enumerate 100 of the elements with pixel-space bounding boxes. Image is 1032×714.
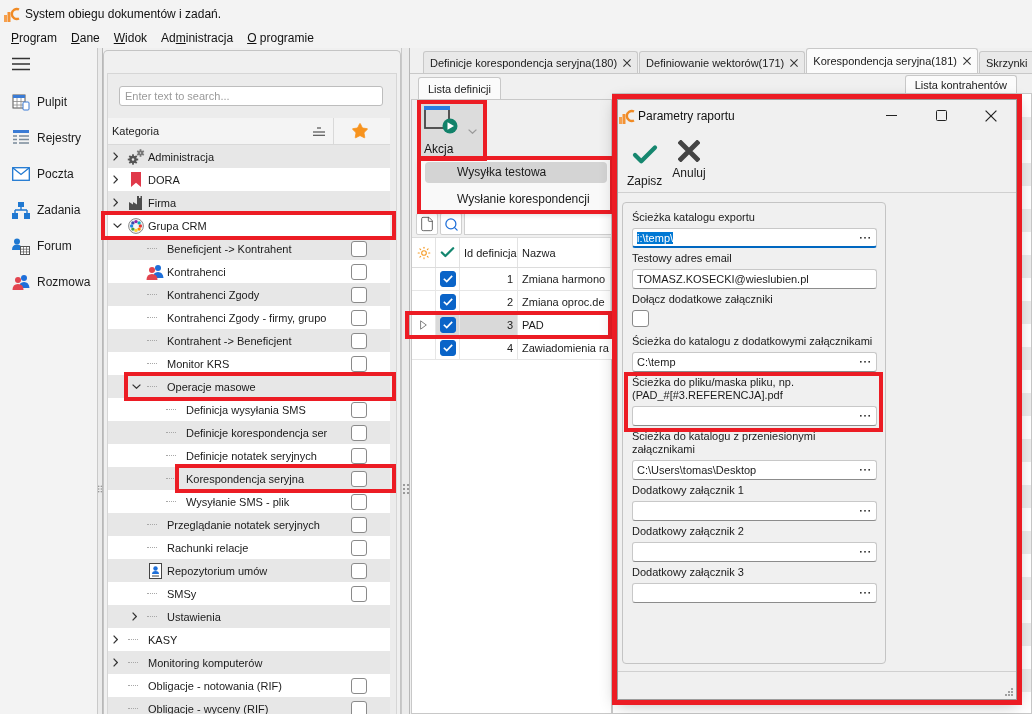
grip-icon[interactable]	[402, 484, 409, 494]
grip-icon[interactable]	[98, 484, 102, 494]
tree-item[interactable]: Wysyłanie SMS - plik	[108, 493, 390, 510]
checkmark-icon	[442, 344, 453, 352]
checkbox[interactable]	[351, 470, 367, 487]
path-field[interactable]	[632, 406, 877, 426]
checkbox[interactable]	[351, 424, 367, 441]
checkbox[interactable]	[351, 493, 367, 510]
checkbox[interactable]	[351, 401, 367, 418]
checkbox[interactable]	[351, 516, 367, 533]
checkbox[interactable]	[351, 677, 367, 694]
tree-item[interactable]: Rachunki relacje	[108, 539, 390, 556]
factory-icon	[128, 195, 144, 210]
tree-item[interactable]: DORA	[108, 171, 390, 188]
star-icon[interactable]	[350, 122, 369, 140]
chevron-right-icon[interactable]	[113, 198, 118, 207]
checkbox[interactable]	[439, 340, 456, 356]
tree-item[interactable]: Monitor KRS	[108, 355, 390, 372]
close-icon[interactable]	[963, 57, 971, 65]
close-icon[interactable]	[623, 58, 632, 67]
checkbox[interactable]	[351, 286, 367, 303]
menu-item[interactable]: Wysłanie korespondencji	[425, 188, 607, 209]
search-button[interactable]	[440, 213, 462, 235]
checkbox[interactable]	[351, 447, 367, 464]
tree-item[interactable]: SMSy	[108, 585, 390, 602]
checkbox[interactable]	[351, 700, 367, 714]
checkbox[interactable]	[439, 271, 456, 287]
checkbox[interactable]	[351, 240, 367, 257]
path-field[interactable]	[632, 583, 877, 603]
chevron-right-icon[interactable]	[113, 152, 118, 161]
field-label: Ścieżka do katalogu z przeniesionymi załącznikami	[632, 430, 817, 456]
toolbar-button[interactable]: Zapisz	[626, 140, 664, 188]
search-field[interactable]: Enter text to search...	[119, 86, 383, 106]
chevron-down-icon[interactable]	[132, 384, 141, 389]
nav-item[interactable]: Rejestry	[0, 120, 97, 156]
tree-item[interactable]: Kontrahenci	[108, 263, 390, 280]
tab[interactable]: Lista kontrahentów	[904, 75, 1017, 93]
checkbox[interactable]	[351, 355, 367, 372]
toolbar-button[interactable]: Anuluj	[671, 140, 707, 188]
checkbox[interactable]	[351, 309, 367, 326]
menu-item[interactable]: Widok	[113, 31, 148, 45]
tab[interactable]: Definicje korespondencja seryjna(180)	[423, 51, 639, 73]
checkbox[interactable]	[351, 585, 367, 602]
field-label: Dodatkowy załącznik 1	[632, 484, 745, 497]
path-field[interactable]: i:\temp\	[632, 228, 877, 248]
ellipsis-icon[interactable]	[860, 236, 870, 239]
window-play-icon	[424, 106, 458, 134]
chevron-right-icon[interactable]	[113, 635, 118, 644]
tree-item[interactable]: Definicje notatek seryjnych	[108, 447, 390, 464]
nav-item[interactable]: Zadania	[0, 192, 97, 228]
sort-icon[interactable]	[313, 126, 325, 136]
tree-item[interactable]: KASY	[108, 631, 390, 648]
column-header[interactable]: Nazwa	[518, 238, 611, 267]
tab[interactable]: Lista definicji	[418, 77, 501, 99]
list-icon	[12, 130, 30, 146]
menu-item[interactable]: Program	[11, 31, 58, 45]
menu-item[interactable]: Wysyłka testowa	[425, 162, 607, 183]
menu-item[interactable]: Administracja	[161, 31, 234, 45]
tree-item[interactable]: Definicja wysyłania SMS	[108, 401, 390, 418]
logo-icon	[4, 6, 20, 22]
menu-icon[interactable]	[12, 57, 30, 71]
checkbox[interactable]	[632, 310, 649, 327]
checkbox[interactable]	[439, 317, 456, 333]
checkbox[interactable]	[351, 562, 367, 579]
menu-item[interactable]: Dane	[71, 31, 100, 45]
tree-item[interactable]: Kontrahenci Zgody - firmy, grupo	[108, 309, 390, 326]
chevron-right-icon[interactable]	[132, 612, 137, 621]
logo-icon	[619, 107, 635, 124]
path-field[interactable]: C:\Users\tomas\Desktop	[632, 460, 877, 480]
checkbox[interactable]	[439, 294, 456, 310]
path-field[interactable]: C:\temp	[632, 352, 877, 372]
text-field[interactable]: TOMASZ.KOSECKI@wieslubien.pl	[632, 269, 877, 289]
nav-item[interactable]: Rozmowa	[0, 264, 97, 300]
nav-item[interactable]: Poczta	[0, 156, 97, 192]
envelope-icon	[12, 167, 30, 181]
path-field[interactable]	[632, 542, 877, 562]
nav-item[interactable]: Pulpit	[0, 84, 97, 120]
path-field[interactable]	[632, 501, 877, 521]
chevron-right-icon[interactable]	[113, 175, 118, 184]
x-icon	[678, 140, 700, 162]
tree-item[interactable]: Obligacje - notowania (RIF)	[108, 677, 390, 694]
checkbox[interactable]	[351, 539, 367, 556]
chevron-down-icon[interactable]	[113, 223, 122, 228]
tab[interactable]: Skrzynki	[979, 51, 1032, 73]
chevron-right-icon[interactable]	[113, 658, 118, 667]
close-icon[interactable]	[790, 58, 799, 67]
nav-item[interactable]: Forum	[0, 228, 97, 264]
caret-icon	[468, 129, 477, 134]
menu-item[interactable]: O programie	[247, 31, 314, 45]
resize-grip-icon[interactable]	[1005, 688, 1013, 696]
people-icon	[12, 274, 30, 290]
field-label: Dodatkowy załącznik 2	[632, 525, 745, 538]
checkbox[interactable]	[351, 263, 367, 280]
tree-item[interactable]: Grupa CRM	[108, 217, 390, 234]
tab[interactable]: Korespondencja seryjna(181)	[806, 48, 978, 73]
column-header[interactable]: Id definicja	[460, 238, 518, 267]
checkbox[interactable]	[351, 332, 367, 349]
tab[interactable]: Definiowanie wektorów(171)	[639, 51, 806, 73]
filter-field[interactable]	[464, 213, 611, 235]
new-document-button[interactable]	[416, 213, 438, 235]
